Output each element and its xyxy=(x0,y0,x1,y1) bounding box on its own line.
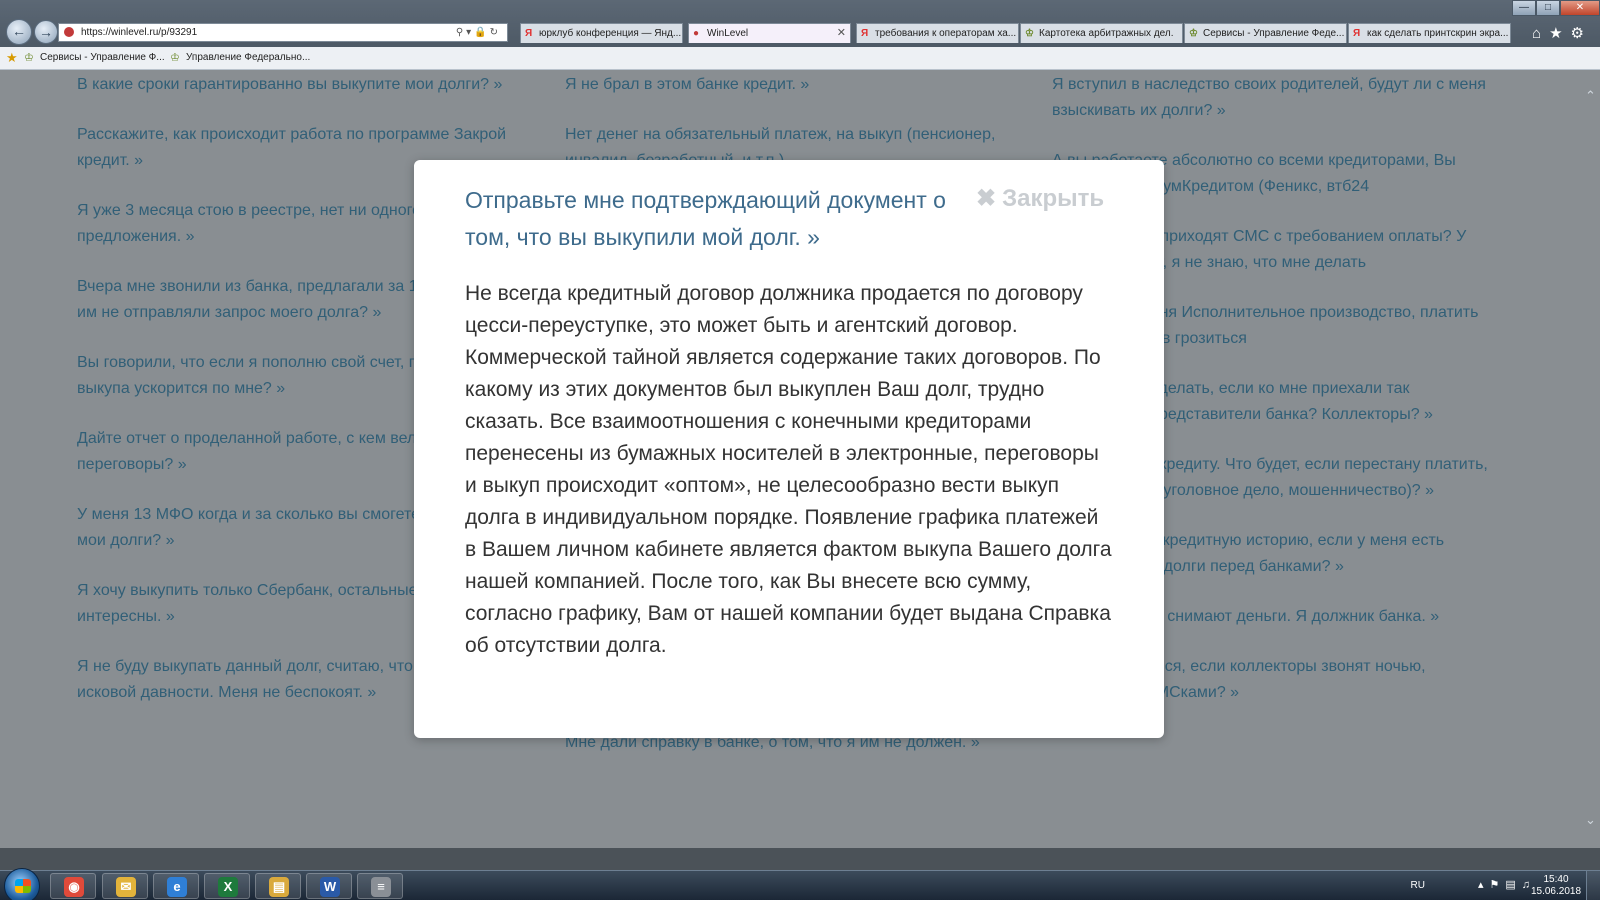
tab-label: как сделать принтскрин экра... xyxy=(1367,28,1509,39)
clock[interactable]: 15:40 15.06.2018 xyxy=(1528,874,1584,898)
taskbar-app-5[interactable]: ▤ xyxy=(255,873,301,899)
arrow-right-icon: → xyxy=(39,24,53,40)
tab-label: WinLevel xyxy=(707,28,749,39)
document-icon: ≡ xyxy=(371,877,391,897)
tab-4[interactable]: ♔ Картотека арбитражных дел. xyxy=(1020,23,1183,43)
winlevel-icon: ● xyxy=(693,28,700,39)
windows-logo-icon xyxy=(15,879,31,893)
winlevel-icon xyxy=(64,27,74,37)
tab-label: требования к операторам ха... xyxy=(875,28,1017,39)
clock-date: 15.06.2018 xyxy=(1530,886,1582,897)
clock-time: 15:40 xyxy=(1543,874,1569,885)
taskbar-app-6[interactable]: W xyxy=(306,873,352,899)
windows-taskbar: ◉ ✉ e X ▤ W ≡ RU ▴⚑▤♫ 15:40 15.06.2018 xyxy=(0,868,1600,900)
back-button[interactable]: ← xyxy=(6,19,32,45)
yandex-icon: Я xyxy=(525,28,533,39)
taskbar-app-2[interactable]: ✉ xyxy=(102,873,148,899)
tab-1[interactable]: Яюрклуб конференция — Янд... xyxy=(520,23,683,43)
start-button[interactable] xyxy=(4,868,40,900)
yandex-icon: Я xyxy=(1353,28,1361,39)
web-page: В какие сроки гарантированно вы выкупите… xyxy=(0,70,1600,848)
tab-3[interactable]: Ятребования к операторам ха... xyxy=(856,23,1019,43)
favorites-bar: ★ ♔ Сервисы - Управление Ф... ♔ Управление… xyxy=(0,47,1600,70)
mail-icon: ✉ xyxy=(116,877,136,897)
flag-icon[interactable]: ⚑ xyxy=(1489,879,1505,891)
tab-close-icon[interactable]: ✕ xyxy=(837,24,846,43)
arrow-left-icon: ← xyxy=(12,23,26,39)
minimize-button[interactable]: — xyxy=(1512,0,1536,16)
close-icon: ✖ xyxy=(976,185,997,212)
network-icon[interactable]: ▤ xyxy=(1505,879,1521,891)
modal-close-button[interactable]: ✖ Закрыть xyxy=(976,184,1104,213)
address-bar[interactable]: https://winlevel.ru/p/93291 ⚲▾🔒↻ xyxy=(58,23,508,42)
taskbar-app-3[interactable]: e xyxy=(153,873,199,899)
gear-icon[interactable]: ⚙ xyxy=(1571,25,1592,42)
toolbar-icons: ⌂★⚙ xyxy=(1532,24,1592,42)
scroll-down-icon[interactable]: ⌄ xyxy=(1585,812,1596,828)
word-icon: W xyxy=(320,877,340,897)
tab-label: юрклуб конференция — Янд... xyxy=(539,28,682,39)
maximize-button[interactable]: □ xyxy=(1536,0,1560,16)
modal-title: Отправьте мне подтверждающий документ о … xyxy=(465,187,946,250)
explorer-icon: ▤ xyxy=(269,877,289,897)
chrome-icon: ◉ xyxy=(64,877,84,897)
chevron-up-icon[interactable]: ▴ xyxy=(1478,879,1490,891)
address-tools-icon[interactable]: ⚲▾🔒↻ xyxy=(456,24,501,41)
favorite-item-1[interactable]: ♔ Сервисы - Управление Ф... xyxy=(24,47,165,69)
tab-5[interactable]: ♔ Сервисы - Управление Феде... xyxy=(1184,23,1347,43)
tab-label: Сервисы - Управление Феде... xyxy=(1203,28,1345,39)
tab-2[interactable]: ● WinLevel ✕ xyxy=(688,23,851,43)
scroll-up-icon[interactable]: ⌃ xyxy=(1585,88,1596,104)
forward-button[interactable]: → xyxy=(34,20,58,44)
taskbar-app-7[interactable]: ≡ xyxy=(357,873,403,899)
answer-modal: Отправьте мне подтверждающий документ о … xyxy=(414,160,1164,738)
window-controls: — □ ✕ xyxy=(1512,0,1600,18)
favorites-star-icon[interactable]: ★ xyxy=(6,47,18,69)
show-desktop-button[interactable] xyxy=(1586,871,1600,900)
excel-icon: X xyxy=(218,877,238,897)
taskbar-app-1[interactable]: ◉ xyxy=(50,873,96,899)
url-text: https://winlevel.ru/p/93291 xyxy=(81,27,198,38)
modal-body-text: Не всегда кредитный договор должника про… xyxy=(465,282,1112,657)
language-indicator[interactable]: RU xyxy=(1411,880,1425,891)
emblem-icon: ♔ xyxy=(24,52,34,64)
arbitr-icon: ♔ xyxy=(1025,28,1034,39)
browser-chrome: ← → https://winlevel.ru/p/93291 ⚲▾🔒↻ Яюр… xyxy=(0,0,1600,70)
home-icon[interactable]: ⌂ xyxy=(1532,25,1549,42)
tab-6[interactable]: Якак сделать принтскрин экра... xyxy=(1348,23,1511,43)
emblem-icon: ♔ xyxy=(170,52,180,64)
emblem-icon: ♔ xyxy=(1189,28,1198,39)
yandex-icon: Я xyxy=(861,28,869,39)
favorite-item-2[interactable]: ♔ Управление Федерально... xyxy=(170,47,310,69)
star-icon[interactable]: ★ xyxy=(1549,25,1570,42)
page-scrollbar[interactable]: ⌃ ⌄ xyxy=(1583,70,1600,848)
tab-label: Картотека арбитражных дел. xyxy=(1039,28,1174,39)
ie-icon: e xyxy=(167,877,187,897)
close-window-button[interactable]: ✕ xyxy=(1560,0,1600,16)
taskbar-app-4[interactable]: X xyxy=(204,873,250,899)
